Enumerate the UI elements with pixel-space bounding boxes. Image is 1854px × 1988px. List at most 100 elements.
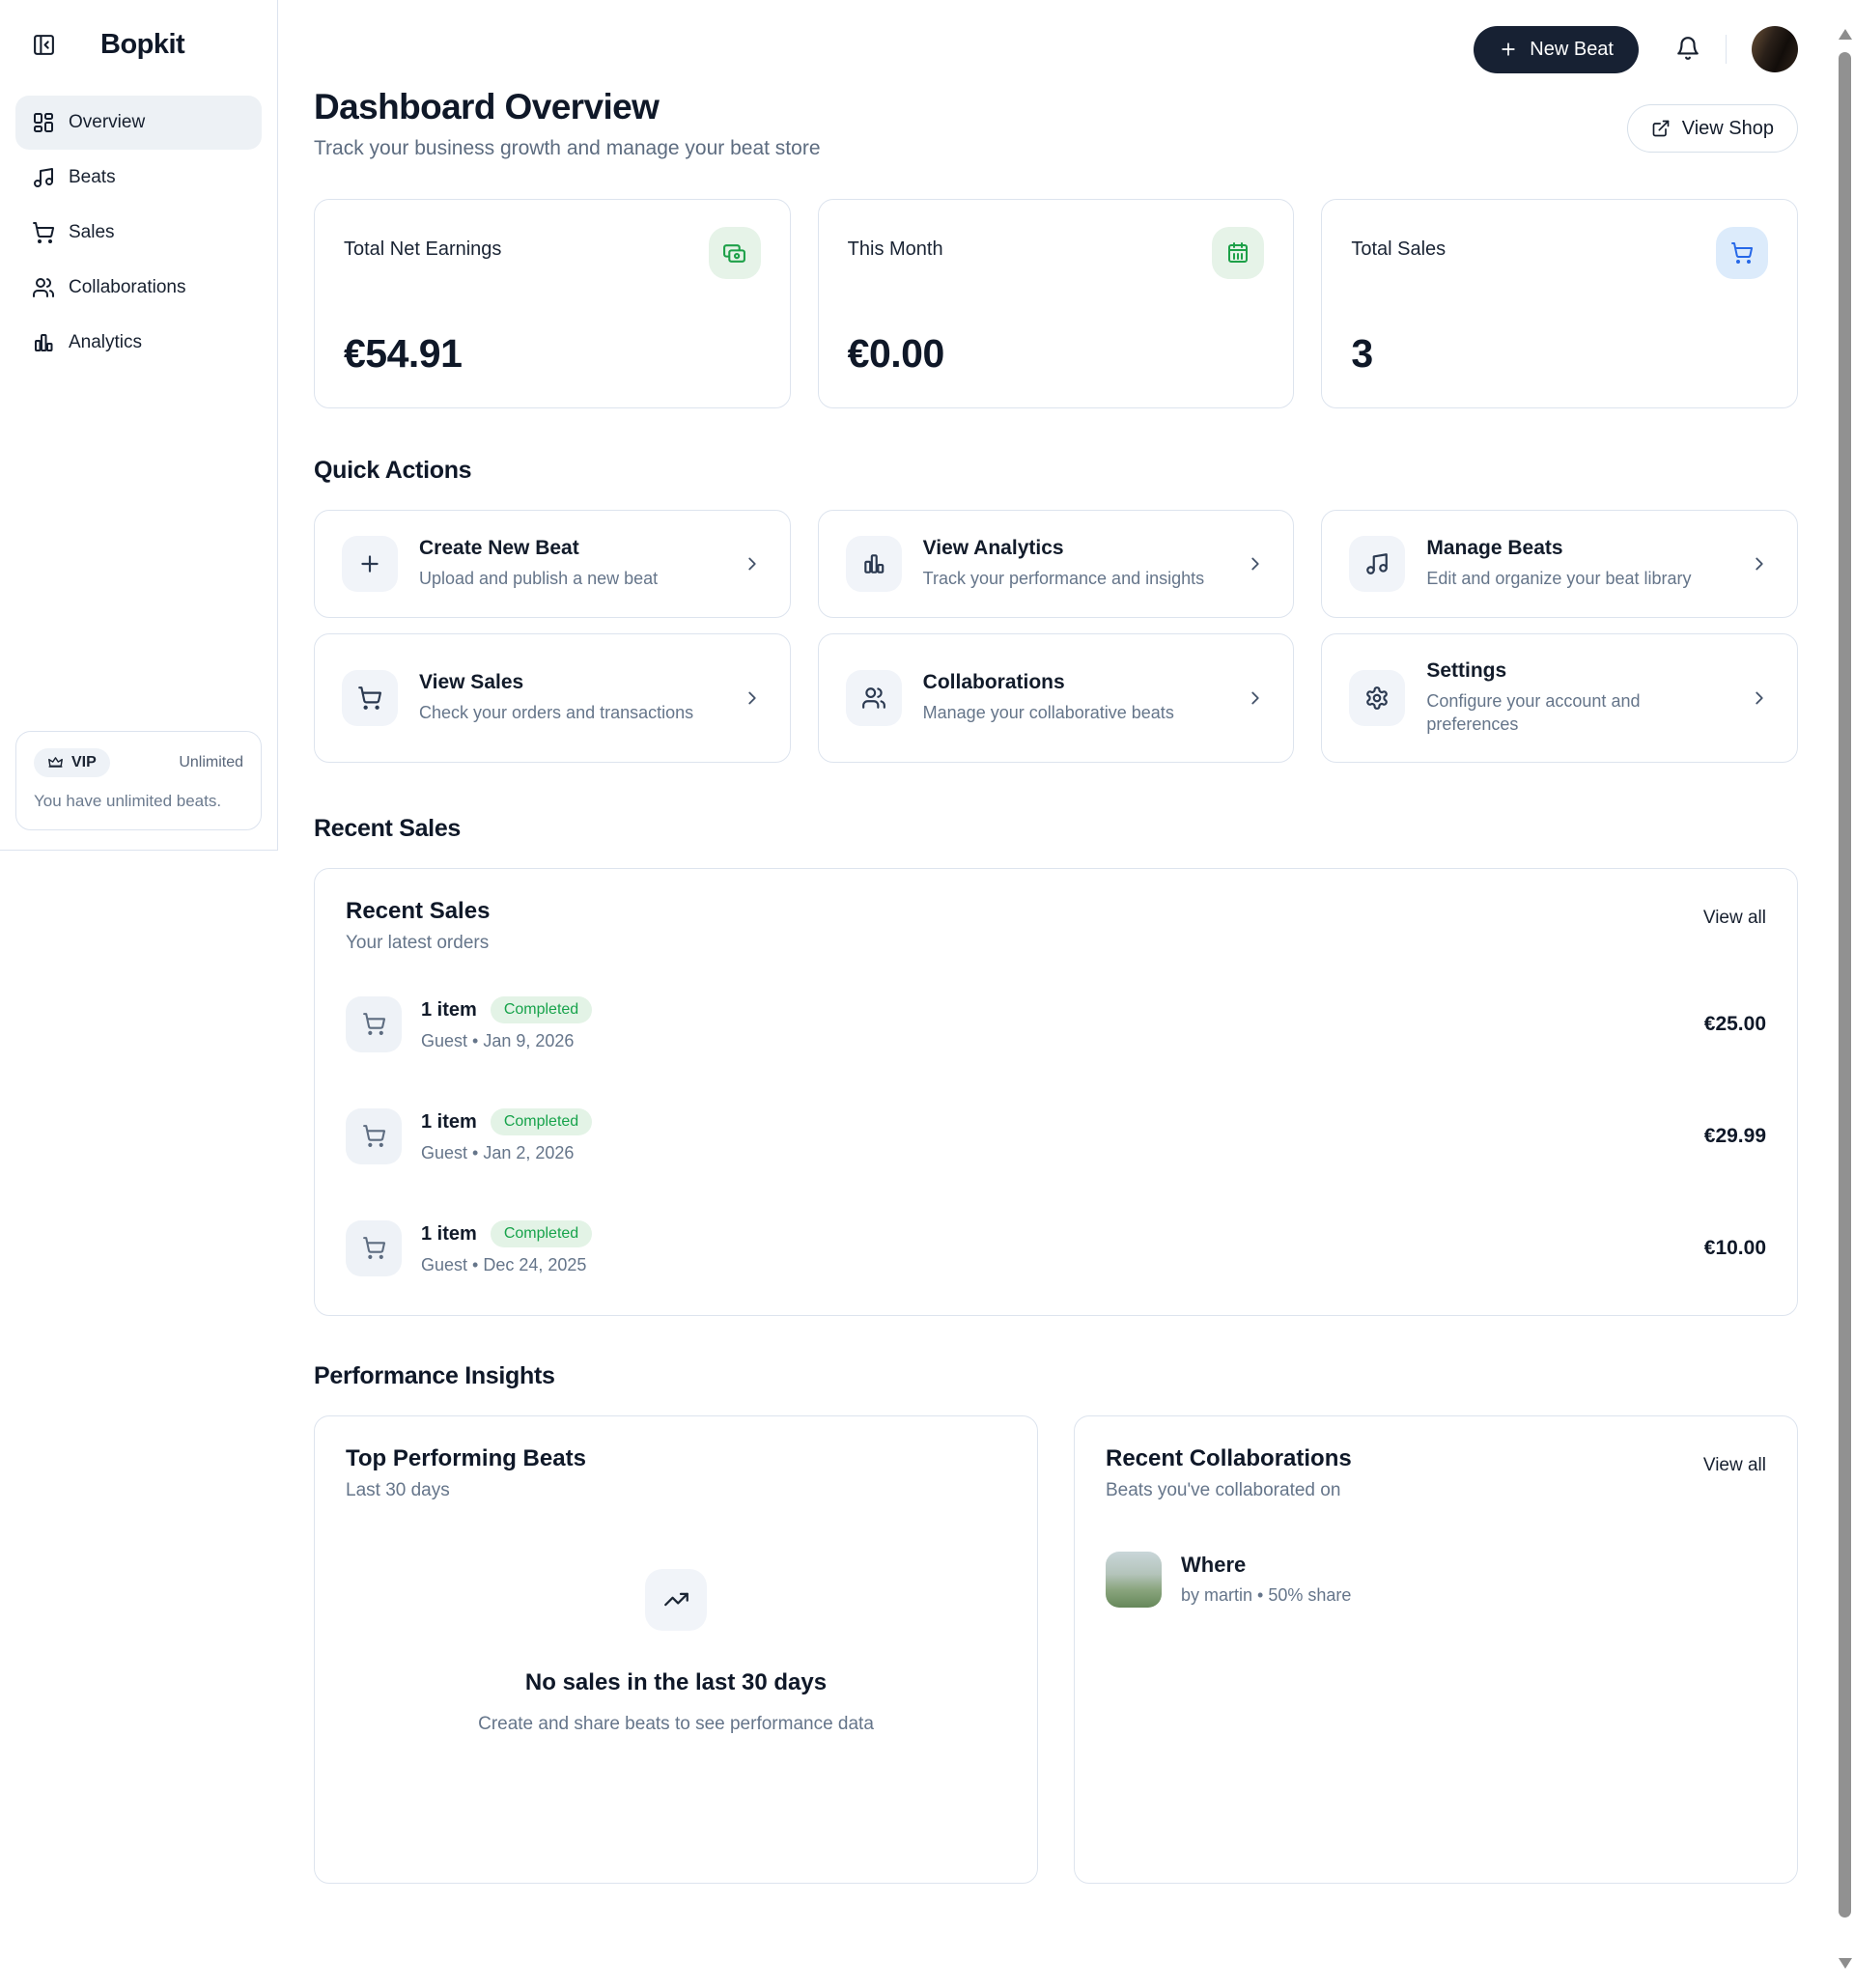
shopping-cart-icon [342,670,398,726]
chevron-right-icon [1749,687,1770,709]
crown-icon [47,755,64,771]
chevron-right-icon [742,553,763,574]
sidebar-item-analytics[interactable]: Analytics [15,316,262,370]
quick-action-create-new-beat[interactable]: Create New Beat Upload and publish a new… [314,510,791,618]
scrollbar-up-arrow[interactable] [1839,29,1852,40]
stat-value: €0.00 [848,331,1265,380]
order-meta: Guest • Dec 24, 2025 [421,1255,1685,1275]
page-scrollbar[interactable] [1836,0,1854,1988]
sidebar-item-label: Sales [69,222,115,243]
topbar-divider [1726,35,1727,64]
recent-sales-card: Recent Sales Your latest orders View all… [314,868,1798,1316]
stat-label: Total Sales [1351,227,1446,261]
quick-actions-title: Quick Actions [314,457,1798,485]
order-amount: €25.00 [1704,1013,1766,1036]
plus-icon [342,536,398,592]
gear-icon [1349,670,1405,726]
music-note-icon [32,166,55,189]
quick-actions-grid: Create New Beat Upload and publish a new… [314,510,1798,763]
users-icon [846,670,902,726]
notifications-bell-icon[interactable] [1675,36,1700,64]
scrollbar-thumb[interactable] [1839,52,1851,1918]
chevron-right-icon [742,687,763,709]
recent-sales-card-subtitle: Your latest orders [346,933,490,954]
insights-grid: Top Performing Beats Last 30 days No sal… [314,1415,1798,1884]
sidebar-item-label: Overview [69,112,145,133]
order-row[interactable]: 1 item Completed Guest • Jan 2, 2026 €29… [346,1108,1766,1164]
dashboard-page: Bopkit Overview Beats Sales Collaboratio… [0,0,1854,1988]
chevron-right-icon [1749,553,1770,574]
empty-state-title: No sales in the last 30 days [525,1669,827,1696]
stat-label: This Month [848,227,943,261]
view-shop-button[interactable]: View Shop [1627,104,1798,153]
status-badge: Completed [491,1108,592,1135]
collaborations-view-all-link[interactable]: View all [1703,1455,1766,1476]
top-performing-beats-card: Top Performing Beats Last 30 days No sal… [314,1415,1038,1884]
vip-badge: VIP [34,748,110,777]
user-avatar[interactable] [1752,26,1798,72]
sidebar-nav: Overview Beats Sales Collaborations Anal… [0,96,277,370]
top-beats-empty-state: No sales in the last 30 days Create and … [346,1569,1006,1735]
scrollbar-down-arrow[interactable] [1839,1958,1852,1969]
sidebar-item-overview[interactable]: Overview [15,96,262,150]
performance-insights-title: Performance Insights [314,1362,1798,1390]
page-header: Dashboard Overview Track your business g… [314,87,1798,160]
sidebar-header: Bopkit [0,0,277,61]
users-icon [32,276,55,299]
recent-sales-view-all-link[interactable]: View all [1703,908,1766,929]
page-subtitle: Track your business growth and manage yo… [314,137,821,160]
stat-label: Total Net Earnings [344,227,501,261]
empty-state-subtitle: Create and share beats to see performanc… [478,1714,874,1735]
topbar: New Beat [314,0,1798,73]
chevron-right-icon [1245,687,1266,709]
page-title: Dashboard Overview [314,87,821,127]
dashboard-grid-icon [32,111,55,134]
recent-collaborations-card: Recent Collaborations Beats you've colla… [1074,1415,1798,1884]
recent-sales-section-title: Recent Sales [314,815,1798,843]
shopping-cart-icon [346,1220,402,1276]
collaborations-title: Recent Collaborations [1106,1445,1352,1472]
collaboration-item[interactable]: Where by martin • 50% share [1106,1552,1766,1608]
order-meta: Guest • Jan 2, 2026 [421,1143,1685,1163]
collaborations-subtitle: Beats you've collaborated on [1106,1480,1352,1501]
quick-action-view-analytics[interactable]: View Analytics Track your performance an… [818,510,1295,618]
stat-value: €54.91 [344,331,761,380]
top-beats-title: Top Performing Beats [346,1445,1006,1472]
app-logo: Bopkit [100,29,184,61]
trending-up-icon [645,1569,707,1631]
sidebar-item-sales[interactable]: Sales [15,206,262,260]
vip-plan-label: Unlimited [179,754,243,771]
collaboration-beat-meta: by martin • 50% share [1181,1585,1351,1606]
bar-chart-icon [846,536,902,592]
quick-action-manage-beats[interactable]: Manage Beats Edit and organize your beat… [1321,510,1798,618]
external-link-icon [1651,119,1671,138]
quick-action-view-sales[interactable]: View Sales Check your orders and transac… [314,633,791,763]
vip-description: You have unlimited beats. [34,792,243,811]
order-row[interactable]: 1 item Completed Guest • Jan 9, 2026 €25… [346,996,1766,1052]
stat-value: 3 [1351,331,1768,380]
status-badge: Completed [491,996,592,1023]
stat-card-total-net-earnings: Total Net Earnings €54.91 [314,199,791,408]
order-meta: Guest • Jan 9, 2026 [421,1031,1685,1051]
top-beats-subtitle: Last 30 days [346,1480,1006,1501]
order-amount: €29.99 [1704,1125,1766,1148]
sidebar-item-beats[interactable]: Beats [15,151,262,205]
banknote-icon [709,227,761,279]
shopping-cart-icon [32,221,55,244]
quick-action-settings[interactable]: Settings Configure your account and pref… [1321,633,1798,763]
calendar-icon [1212,227,1264,279]
sidebar-item-collaborations[interactable]: Collaborations [15,261,262,315]
sidebar-collapse-icon[interactable] [32,33,56,57]
order-row[interactable]: 1 item Completed Guest • Dec 24, 2025 €1… [346,1220,1766,1276]
sidebar-item-label: Collaborations [69,277,185,298]
collaboration-beat-title: Where [1181,1553,1351,1578]
shopping-cart-icon [346,1108,402,1164]
new-beat-button[interactable]: New Beat [1474,26,1639,73]
status-badge: Completed [491,1220,592,1247]
plus-icon [1499,40,1518,59]
recent-sales-card-title: Recent Sales [346,898,490,925]
stats-row: Total Net Earnings €54.91 This Month €0.… [314,199,1798,408]
sidebar: Bopkit Overview Beats Sales Collaboratio… [0,0,278,851]
quick-action-collaborations[interactable]: Collaborations Manage your collaborative… [818,633,1295,763]
vip-plan-box: VIP Unlimited You have unlimited beats. [15,731,262,830]
